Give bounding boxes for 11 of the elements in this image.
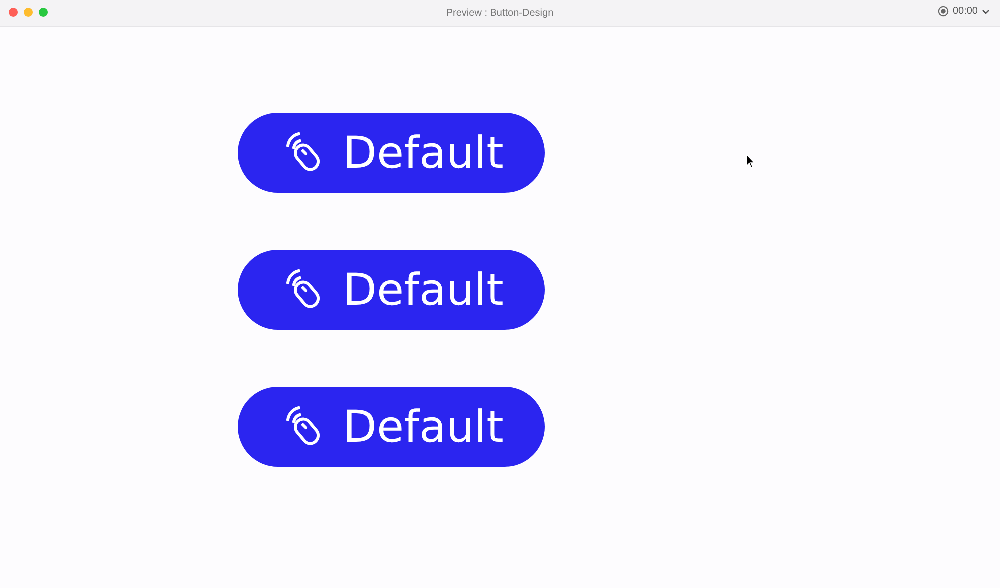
default-button[interactable]: Default <box>238 387 545 467</box>
default-button[interactable]: Default <box>238 113 545 193</box>
timer-text: 00:00 <box>952 6 978 17</box>
record-icon[interactable] <box>938 6 949 17</box>
close-button[interactable] <box>9 8 18 17</box>
cursor-icon <box>746 154 756 169</box>
default-button[interactable]: Default <box>238 250 545 330</box>
zoom-button[interactable] <box>39 8 48 17</box>
window-title: Preview : Button-Design <box>446 8 554 18</box>
minimize-button[interactable] <box>24 8 33 17</box>
chevron-down-icon[interactable] <box>982 8 990 14</box>
